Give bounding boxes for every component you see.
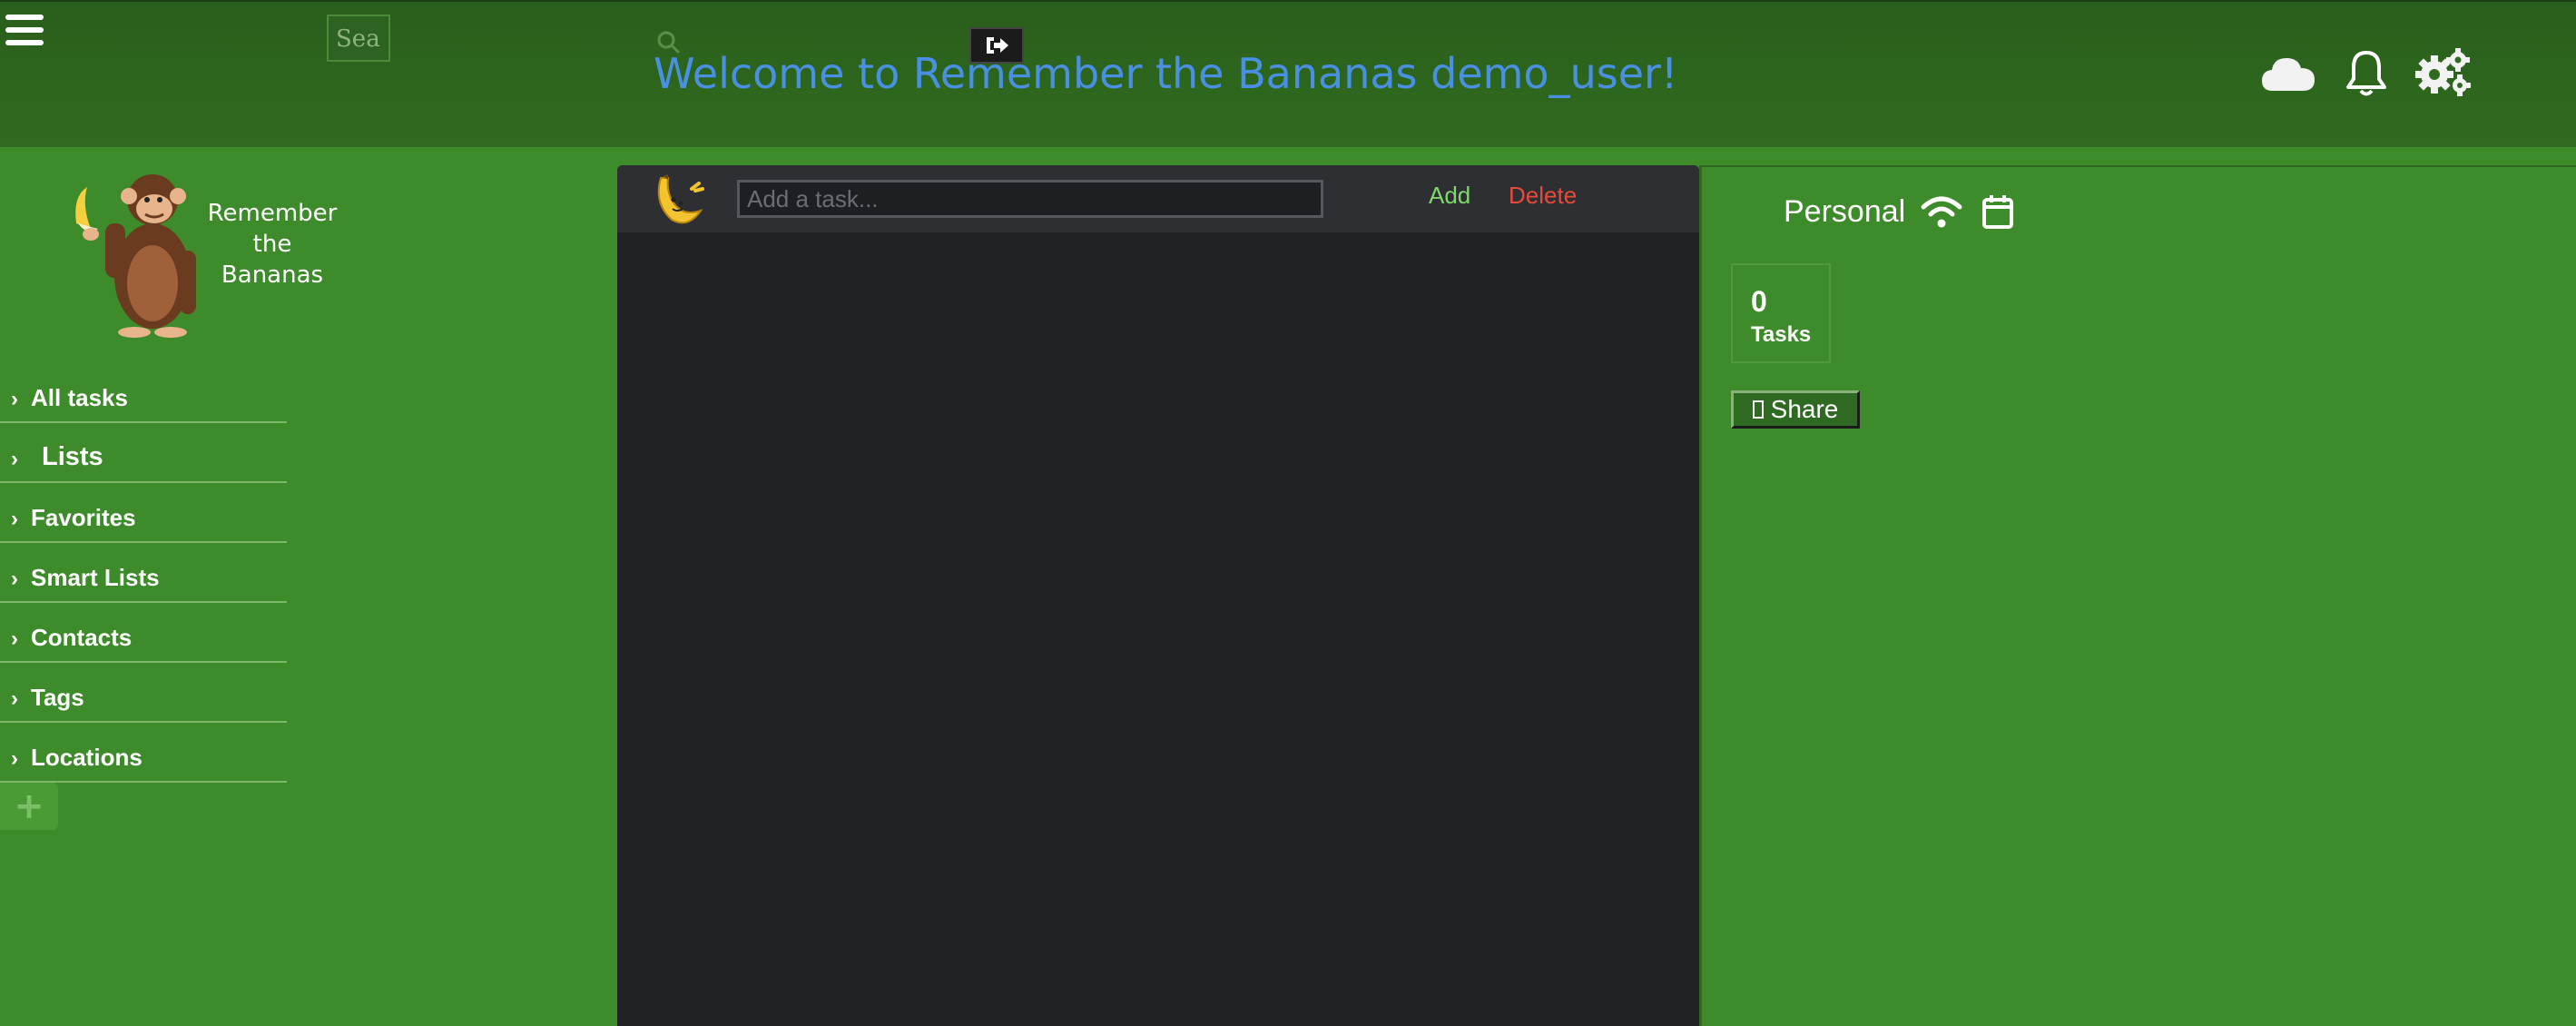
chevron-right-icon: › — [11, 507, 18, 531]
welcome-title: Welcome to Remember the Bananas demo_use… — [654, 49, 1678, 98]
chevron-right-icon: › — [11, 686, 18, 711]
sidebar: Remember the Bananas › All tasks › Lists… — [0, 147, 337, 1026]
sidebar-item-label: Smart Lists — [31, 564, 160, 591]
gears-icon[interactable] — [2413, 47, 2473, 98]
add-task-button[interactable]: Add — [1429, 182, 1470, 210]
share-icon — [1752, 400, 1764, 419]
logo-text: Remember the Bananas — [200, 198, 345, 291]
task-count-label: Tasks — [1751, 322, 1812, 347]
sidebar-item-label: Contacts — [31, 624, 133, 651]
sidebar-item-label: Locations — [31, 744, 143, 771]
list-title: Personal — [1784, 194, 1906, 229]
sidebar-item-favorites[interactable]: › Favorites — [0, 483, 287, 543]
sidebar-item-smart-lists[interactable]: › Smart Lists — [0, 543, 287, 603]
sidebar-item-label: Favorites — [31, 504, 136, 531]
calendar-icon[interactable] — [1981, 192, 2014, 231]
task-count-box: 0 Tasks — [1731, 263, 1831, 363]
task-toolbar: Add Delete — [617, 165, 1699, 232]
sidebar-item-lists[interactable]: › Lists — [0, 423, 287, 483]
task-panel: Add Delete — [617, 165, 1699, 1026]
logo-text-line: the — [252, 231, 292, 258]
sidebar-item-label: Tags — [31, 684, 84, 711]
sidebar-item-label: All tasks — [31, 384, 128, 411]
sidebar-item-tags[interactable]: › Tags — [0, 663, 287, 723]
chevron-right-icon: › — [11, 567, 18, 591]
menu-icon[interactable] — [5, 15, 44, 51]
search-input[interactable]: Sea — [327, 15, 390, 62]
sidebar-nav: › All tasks › Lists › Favorites › Smart … — [0, 363, 287, 783]
list-details-panel: Personal 0 Tasks Share — [1699, 165, 2576, 1026]
delete-task-button[interactable]: Delete — [1509, 182, 1577, 210]
sidebar-item-locations[interactable]: › Locations — [0, 723, 287, 783]
chevron-right-icon: › — [11, 626, 18, 651]
chevron-right-icon: › — [11, 447, 18, 471]
top-header: Sea Welcome to Remember the Bananas demo… — [0, 0, 2576, 147]
chevron-right-icon: › — [11, 746, 18, 771]
sidebar-item-label: Lists — [42, 442, 103, 471]
wifi-icon[interactable] — [1920, 194, 1963, 231]
task-count: 0 — [1751, 285, 1767, 318]
chevron-right-icon: › — [11, 387, 18, 411]
share-button[interactable]: Share — [1731, 390, 1860, 429]
share-label: Share — [1770, 395, 1839, 423]
add-task-input[interactable] — [737, 180, 1323, 218]
sidebar-item-all-tasks[interactable]: › All tasks — [0, 363, 287, 423]
add-list-button[interactable]: + — [0, 783, 58, 830]
bell-icon[interactable] — [2345, 49, 2387, 98]
cloud-icon[interactable] — [2260, 53, 2316, 93]
banana-icon — [657, 174, 704, 224]
sidebar-item-contacts[interactable]: › Contacts — [0, 603, 287, 663]
logo-text-line: Bananas — [221, 261, 324, 289]
logo-text-line: Remember — [207, 200, 338, 227]
